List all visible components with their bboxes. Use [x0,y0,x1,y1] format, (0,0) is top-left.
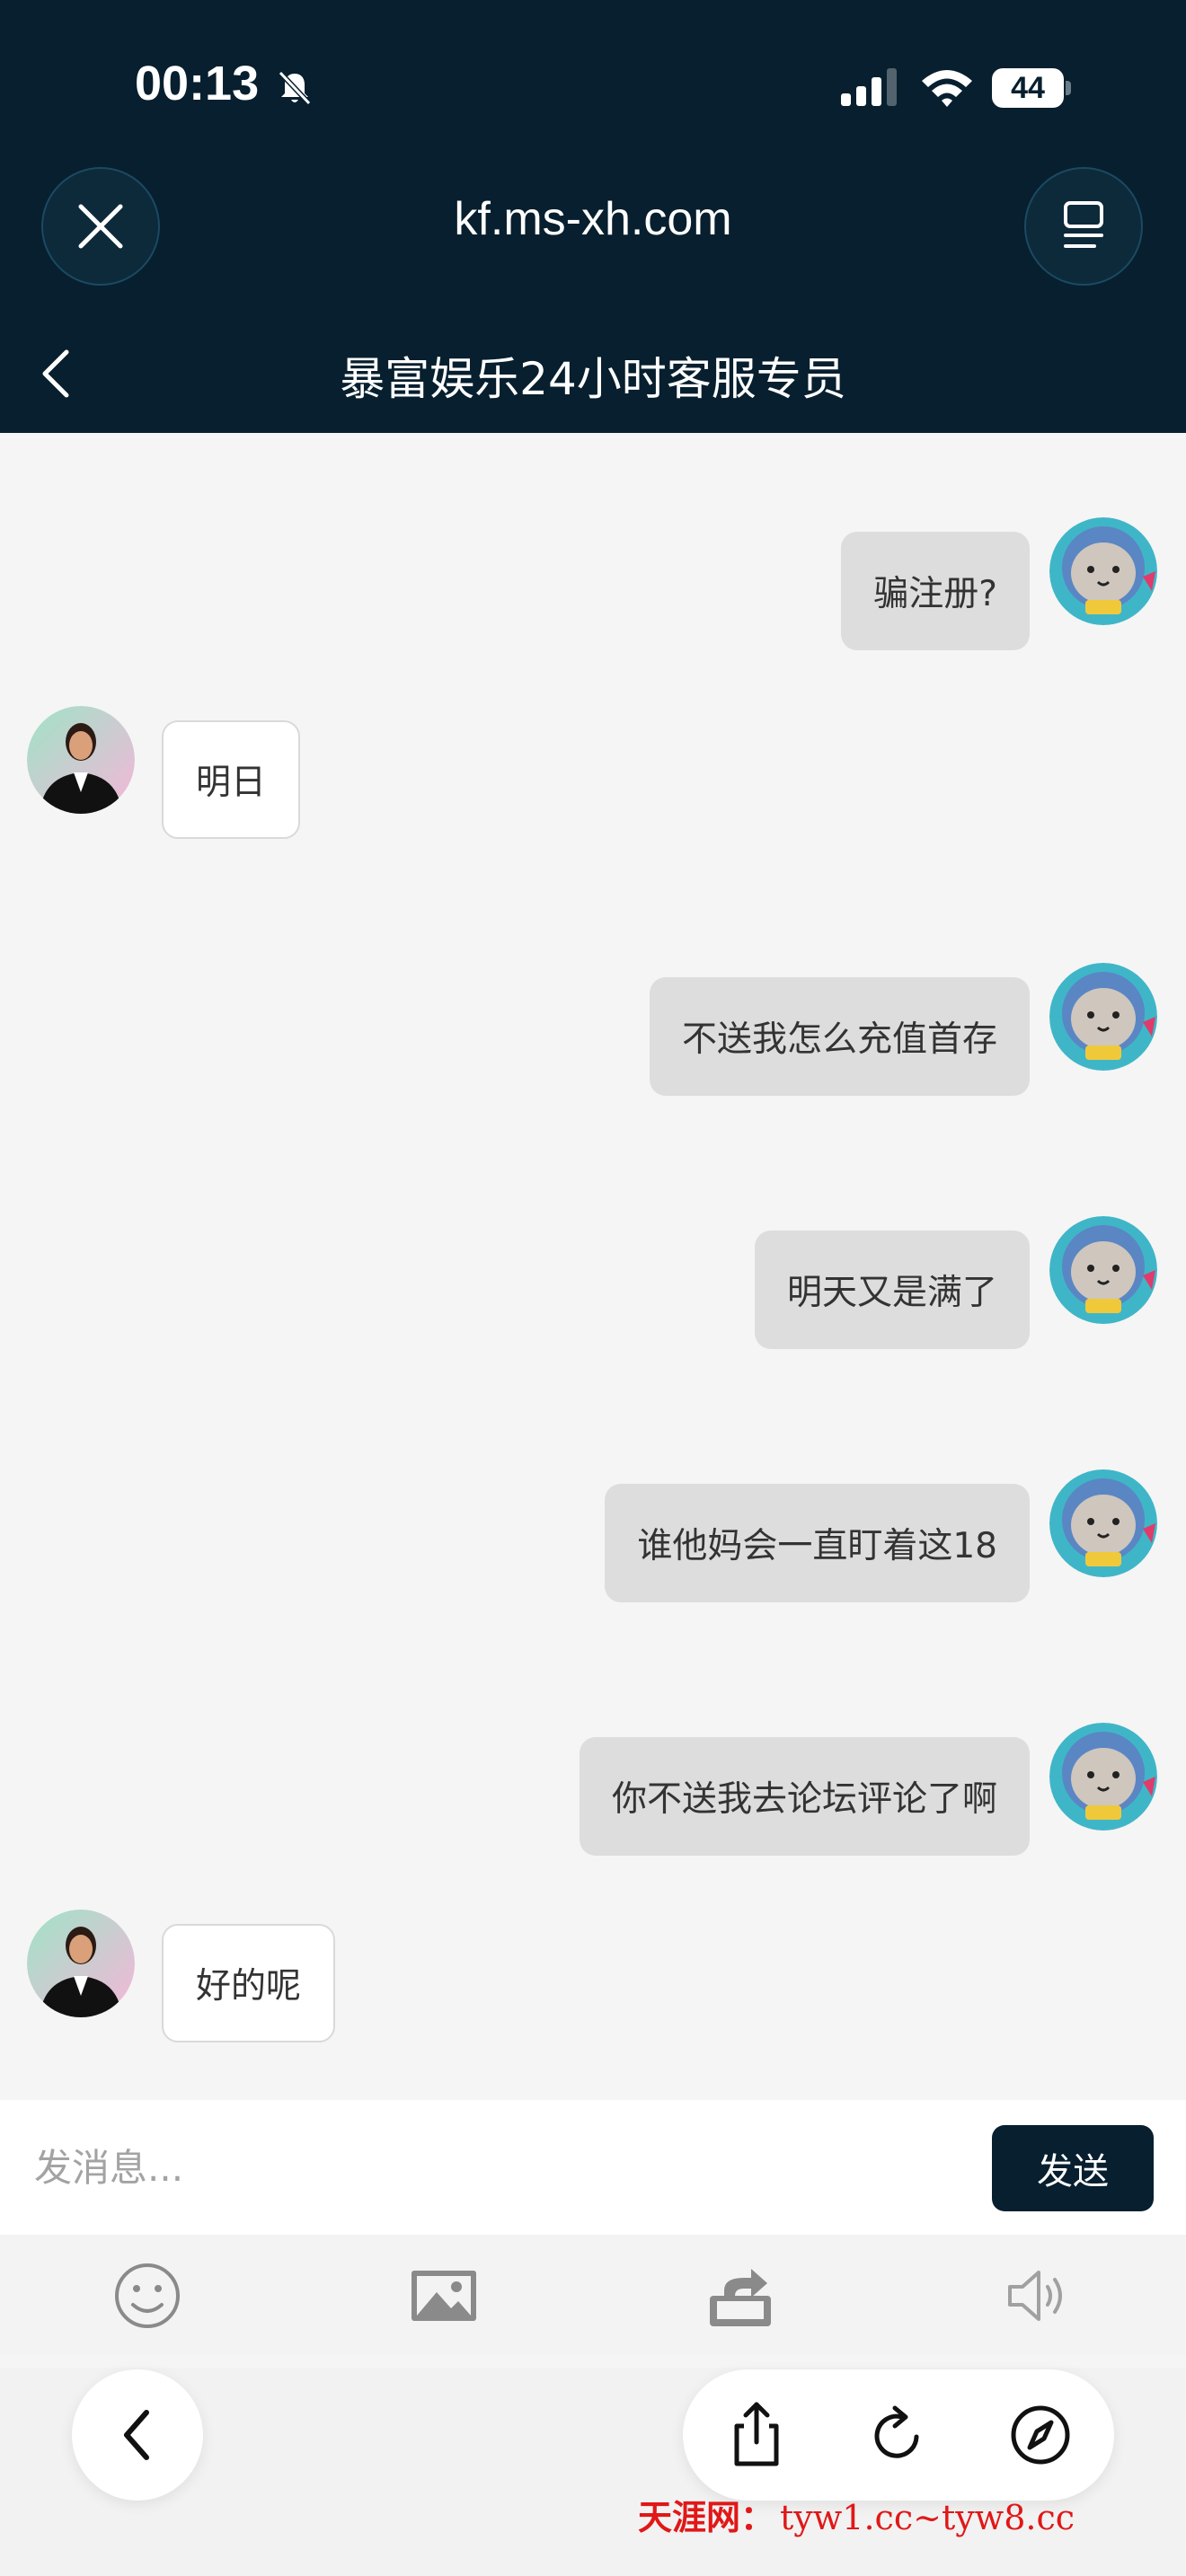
agent-avatar[interactable] [27,1910,135,2017]
message-bubble-agent[interactable]: 明日 [162,720,301,839]
chat-page: 00:13 44 kf.ms-xh.com 暴富娱乐24小时客服专员 骗注册? … [0,0,1186,2576]
watermark: 天涯网： tyw1.cc~tyw8.cc [638,2490,1186,2553]
message-bubble-user[interactable]: 骗注册? [841,532,1030,650]
watermark-site-name: 天涯网： [638,2497,775,2537]
user-avatar[interactable] [1049,1469,1157,1577]
message-bubble-user[interactable]: 谁他妈会一直盯着这18 [605,1484,1030,1602]
bell-muted-icon [278,70,312,106]
browser-back-button[interactable] [72,2369,203,2501]
user-avatar[interactable] [1049,963,1157,1071]
user-avatar[interactable] [1049,1723,1157,1831]
cellular-signal-icon [841,68,897,106]
send-button[interactable]: 发送 [992,2125,1154,2211]
message-bubble-user[interactable]: 你不送我去论坛评论了啊 [579,1737,1030,1856]
message-bubble-user[interactable]: 明天又是满了 [754,1231,1030,1349]
composer-toolbar [0,2235,1186,2355]
close-button[interactable] [41,167,160,286]
speaker-icon[interactable] [1001,2260,1073,2332]
compass-icon[interactable] [1005,2399,1076,2471]
battery-tip [1066,81,1071,95]
message-bubble-agent[interactable]: 好的呢 [162,1924,336,2042]
browser-actions [683,2369,1114,2501]
share-icon[interactable] [721,2399,792,2471]
close-icon [78,204,123,249]
chat-back-button[interactable] [34,345,79,402]
menu-icon [1064,201,1103,248]
watermark-domains: tyw1.cc~tyw8.cc [780,2498,1075,2537]
status-time: 00:13 [135,57,260,110]
page-url[interactable]: kf.ms-xh.com [270,192,916,246]
wifi-icon [922,70,972,107]
emoji-icon[interactable] [111,2260,183,2332]
message-bubble-user[interactable]: 不送我怎么充值首存 [649,977,1030,1096]
browser-header: 00:13 44 kf.ms-xh.com 暴富娱乐24小时客服专员 [0,0,1186,433]
battery-level: 44 [992,68,1064,108]
composer: 发送 [0,2100,1186,2235]
battery-indicator: 44 [992,68,1071,108]
chat-title: 暴富娱乐24小时客服专员 [340,353,846,405]
user-avatar[interactable] [1049,517,1157,625]
image-icon[interactable] [408,2260,480,2332]
share-icon[interactable] [704,2260,776,2332]
menu-button[interactable] [1024,167,1143,286]
agent-avatar[interactable] [27,706,135,814]
back-icon [124,2410,149,2460]
reload-icon[interactable] [863,2399,934,2471]
user-avatar[interactable] [1049,1216,1157,1324]
message-input[interactable] [32,2136,958,2199]
